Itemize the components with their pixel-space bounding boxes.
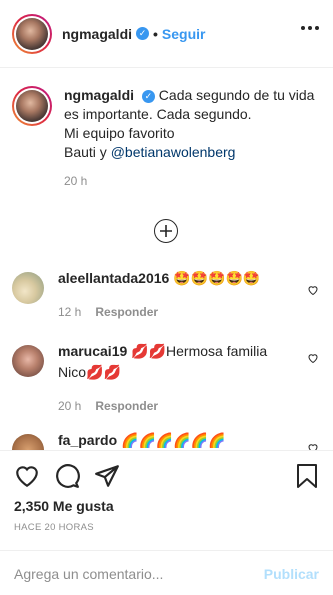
comment-clip: fa_pardo 🌈🌈🌈🌈🌈🌈: [0, 430, 333, 450]
comment-text: 🌈🌈🌈🌈🌈🌈: [121, 432, 226, 448]
comment-item: fa_pardo 🌈🌈🌈🌈🌈🌈: [12, 430, 322, 450]
verified-badge-icon: ✓: [141, 89, 155, 103]
mention-link[interactable]: @betianawolenberg: [111, 144, 236, 160]
share-send-icon[interactable]: [94, 463, 120, 489]
author-avatar[interactable]: [12, 13, 52, 54]
caption-text-line3: Bauti y: [64, 144, 111, 160]
caption-avatar[interactable]: [12, 86, 52, 126]
likes-count[interactable]: 2,350 Me gusta: [14, 498, 114, 514]
caption-time: 20 h: [64, 174, 88, 188]
post-timestamp: HACE 20 HORAS: [14, 522, 94, 533]
comment-item: marucai19 💋💋Hermosa familia Nico💋💋 20 hR…: [12, 341, 322, 417]
add-comment-bar: Publicar: [0, 550, 333, 595]
post-actions: 2,350 Me gusta HACE 20 HORAS Publicar: [0, 450, 333, 595]
caption-text-line2: Mi equipo favorito: [64, 125, 175, 141]
separator-dot: •: [153, 25, 158, 42]
commenter-username[interactable]: aleellantada2016: [58, 270, 169, 286]
commenter-avatar[interactable]: [12, 434, 44, 450]
post-header: ngmagaldi ✓ • Seguir: [0, 0, 333, 68]
verified-badge-icon: ✓: [136, 27, 150, 40]
like-comment-heart-icon[interactable]: [307, 352, 319, 364]
comment-time: 20 h: [58, 399, 82, 413]
comment-text: 🤩🤩🤩🤩🤩: [173, 270, 261, 286]
comment-time: 12 h: [58, 305, 82, 319]
commenter-username[interactable]: fa_pardo: [58, 432, 117, 448]
like-heart-icon[interactable]: [14, 463, 40, 489]
reply-button[interactable]: Responder: [95, 399, 158, 413]
publish-button[interactable]: Publicar: [264, 566, 319, 582]
commenter-avatar[interactable]: [12, 272, 44, 304]
comment-item: aleellantada2016 🤩🤩🤩🤩🤩 12 h Responder: [12, 268, 322, 323]
comment-input[interactable]: [14, 565, 264, 582]
like-comment-heart-icon[interactable]: [307, 442, 319, 450]
follow-button[interactable]: Seguir: [162, 26, 206, 42]
caption-username[interactable]: ngmagaldi: [64, 87, 134, 103]
commenter-avatar[interactable]: [12, 345, 44, 377]
more-options-icon[interactable]: [301, 26, 319, 30]
like-comment-heart-icon[interactable]: [307, 284, 319, 296]
save-bookmark-icon[interactable]: [295, 463, 319, 489]
caption: ngmagaldi ✓ Cada segundo de tu vida es i…: [12, 86, 322, 191]
comment-bubble-icon[interactable]: [54, 463, 80, 489]
commenter-username[interactable]: marucai19: [58, 343, 127, 359]
author-username[interactable]: ngmagaldi: [62, 26, 132, 42]
plus-circle-icon[interactable]: [154, 219, 178, 243]
reply-button[interactable]: Responder: [95, 305, 158, 319]
